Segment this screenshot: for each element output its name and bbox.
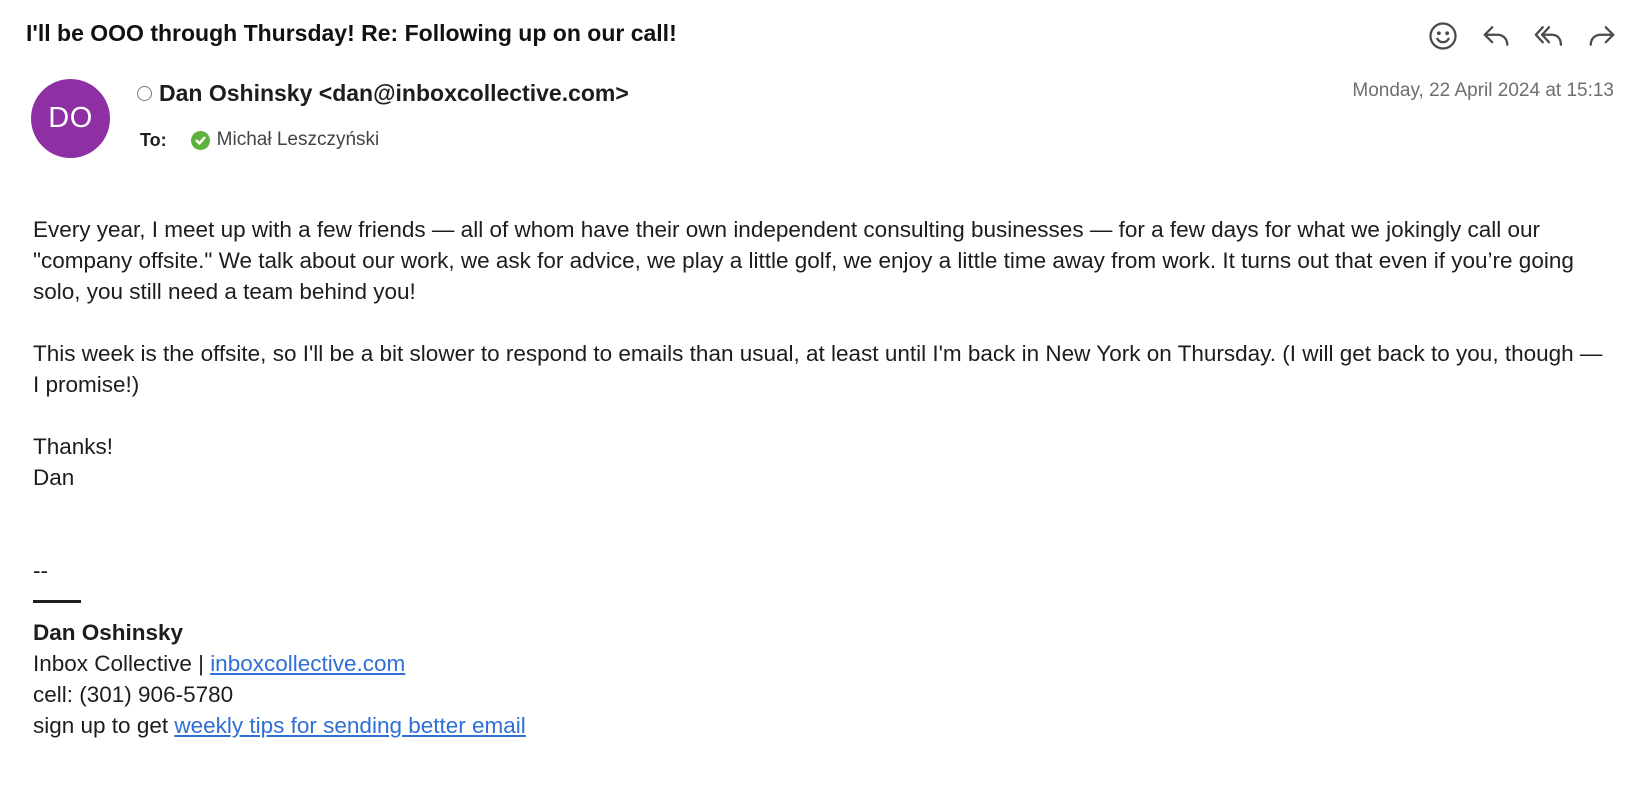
recipients-row: To: Michał Leszczyński xyxy=(140,129,379,151)
signature-name: Dan Oshinsky xyxy=(33,620,184,645)
verified-check-icon xyxy=(190,130,210,150)
unread-status-icon[interactable] xyxy=(137,86,152,101)
to-label: To: xyxy=(140,129,167,150)
signature-phone: cell: (301) 906-5780 xyxy=(33,682,234,707)
signature-signup: sign up to get weekly tips for sending b… xyxy=(33,710,1613,741)
avatar: DO xyxy=(31,79,110,158)
signature-separator: -- xyxy=(33,558,48,583)
sender-name[interactable]: Dan Oshinsky <dan@inboxcollective.com> xyxy=(159,80,629,107)
signature-company: Inbox Collective | inboxcollective.com xyxy=(33,648,1613,679)
weekly-tips-link[interactable]: weekly tips for sending better email xyxy=(174,713,525,738)
closing-text: Thanks! xyxy=(33,434,114,459)
forward-icon[interactable] xyxy=(1584,18,1620,54)
reply-all-icon[interactable] xyxy=(1531,18,1567,54)
signature-company-label: Inbox Collective | xyxy=(33,651,211,676)
body-paragraph: This week is the offsite, so I'll be a b… xyxy=(33,341,1603,397)
signature-divider xyxy=(33,600,81,603)
email-body: Every year, I meet up with a few friends… xyxy=(33,214,1613,741)
signup-prefix: sign up to get xyxy=(33,713,175,738)
reply-icon[interactable] xyxy=(1478,18,1514,54)
signoff-text: Dan xyxy=(33,465,75,490)
company-website-link[interactable]: inboxcollective.com xyxy=(210,651,405,676)
email-subject: I'll be OOO through Thursday! Re: Follow… xyxy=(26,20,677,46)
emoji-reaction-icon[interactable] xyxy=(1425,18,1461,54)
message-toolbar xyxy=(1425,18,1620,54)
sender-row: Dan Oshinsky <dan@inboxcollective.com> xyxy=(137,80,629,107)
email-date: Monday, 22 April 2024 at 15:13 xyxy=(1352,80,1614,101)
body-paragraph: Every year, I meet up with a few friends… xyxy=(33,217,1574,304)
recipient-name[interactable]: Michał Leszczyński xyxy=(217,129,380,151)
